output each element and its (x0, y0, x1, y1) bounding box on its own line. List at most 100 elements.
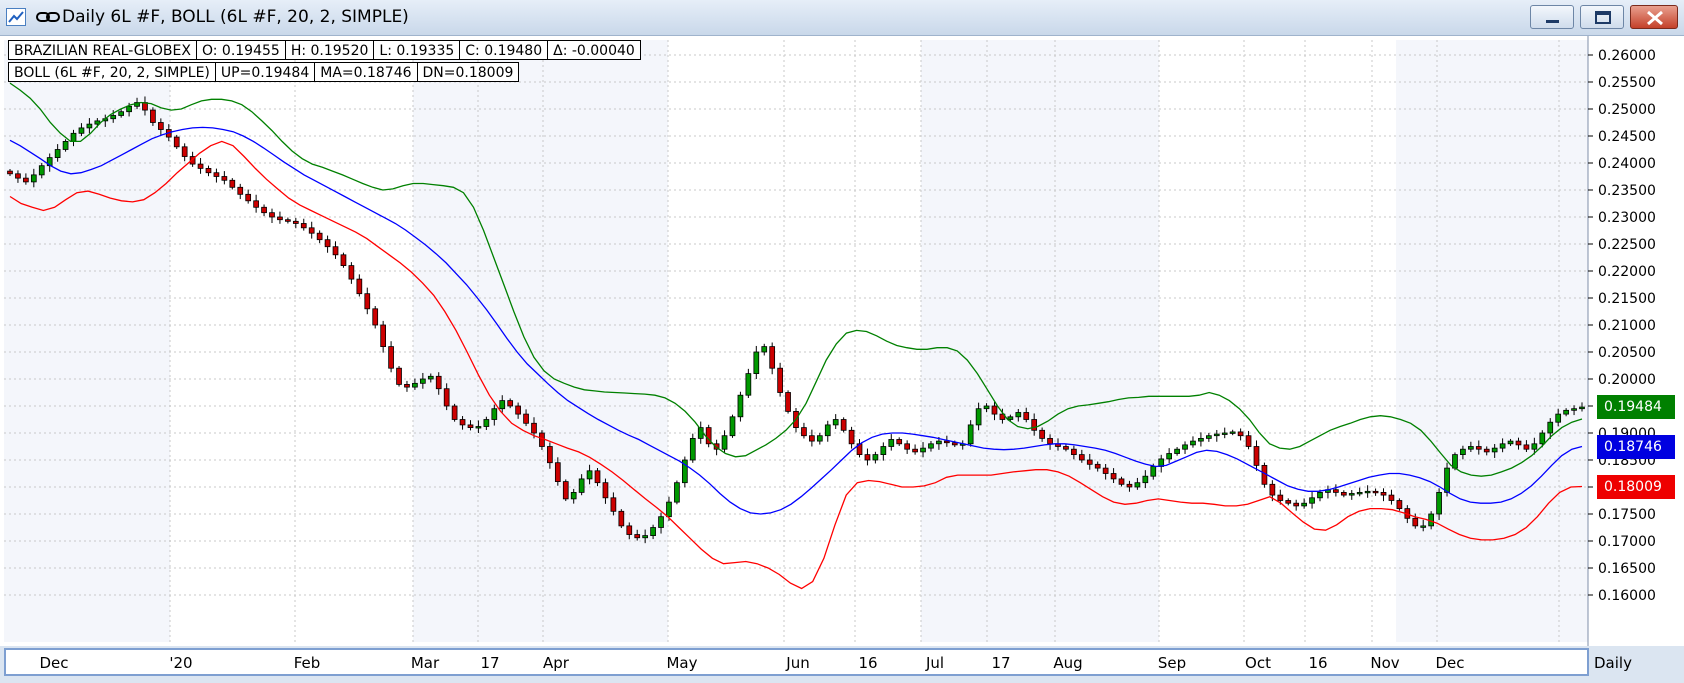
candle-up (928, 443, 934, 449)
chart-app-icon (6, 8, 26, 26)
maximize-button[interactable] (1580, 5, 1624, 29)
chart-window: Daily 6L #F, BOLL (6L #F, 20, 2, SIMPLE)… (0, 0, 1684, 683)
time-axis-labels: Dec '20 Feb Mar 17 Apr May Jun 16 Jul 17 Aug Sep Oct 1… (39, 654, 1464, 672)
candle-down (618, 510, 625, 527)
candle-up (1317, 491, 1323, 499)
time-tick-label: 16 (858, 654, 877, 672)
candle-up (1348, 493, 1355, 496)
candle-down (1396, 500, 1403, 509)
candle-down (769, 346, 776, 369)
candle-down (292, 220, 299, 224)
high-value: H: 0.19520 (284, 40, 375, 60)
candle-up (38, 165, 45, 176)
candle-up (1182, 444, 1188, 450)
candle-down (435, 375, 442, 390)
candle-down (229, 179, 236, 188)
price-tick-label: 0.25500 (1598, 75, 1656, 91)
time-tick-label: Apr (543, 654, 570, 672)
candle-down (1245, 435, 1252, 447)
candle-up (888, 439, 895, 447)
candle-down (1237, 431, 1244, 437)
close-button[interactable] (1630, 5, 1678, 29)
candle-down (380, 324, 387, 348)
candle-up (1007, 416, 1014, 420)
price-tick-label: 0.21500 (1598, 291, 1656, 307)
period-label[interactable]: Daily (1594, 654, 1632, 672)
minimize-button[interactable] (1530, 5, 1574, 29)
price-tick-label: 0.23500 (1598, 183, 1656, 199)
candle-up (412, 382, 418, 388)
candle-up (54, 149, 61, 159)
candlestick-chart[interactable]: 0.26000 0.25500 0.25000 0.24500 0.24000 0.235… (0, 36, 1684, 646)
candle-up (824, 424, 831, 437)
candle-down (173, 136, 180, 148)
time-axis[interactable]: Dec '20 Feb Mar 17 Apr May Jun 16 Jul 17 Aug Sep Oct 1… (4, 648, 1589, 676)
candle-down (459, 419, 466, 426)
candle-down (285, 219, 291, 222)
candle-down (388, 346, 394, 369)
link-icon[interactable] (36, 10, 60, 24)
maximize-icon (1595, 11, 1611, 24)
candle-up (1174, 448, 1180, 454)
candle-up (872, 454, 879, 461)
candle-up (491, 408, 498, 420)
upper-band-value: UP=0.19484 (214, 62, 316, 82)
minimize-icon (1546, 20, 1559, 23)
candle-down (348, 265, 355, 280)
candle-up (674, 482, 680, 503)
time-tick-label: 16 (1308, 654, 1327, 672)
time-tick-label: 17 (991, 654, 1010, 672)
candle-up (1364, 490, 1371, 494)
candle-down (1063, 446, 1069, 450)
candle-down (1253, 446, 1260, 466)
candle-up (1547, 421, 1554, 434)
candle-up (1539, 432, 1546, 445)
candle-up (689, 437, 696, 461)
time-tick-label: Sep (1158, 654, 1186, 672)
candle-down (1047, 437, 1053, 445)
candle-down (1031, 419, 1038, 431)
time-tick-label: Mar (411, 654, 440, 672)
candle-up (1460, 448, 1466, 456)
lower-band-line (9, 140, 1583, 590)
candle-up (1467, 446, 1474, 450)
lower-band-value: DN=0.18009 (416, 62, 520, 82)
time-tick-label: Aug (1053, 654, 1082, 672)
change-value: Δ: -0.00040 (547, 40, 641, 60)
candle-up (70, 132, 77, 142)
indicator-name: BOLL (6L #F, 20, 2, SIMPLE) (8, 62, 216, 82)
candle-down (308, 227, 315, 234)
candle-down (809, 435, 815, 442)
candle-down (316, 232, 323, 241)
candle-up (1531, 443, 1538, 450)
title-bar[interactable]: Daily 6L #F, BOLL (6L #F, 20, 2, SIMPLE) (0, 0, 1684, 36)
candle-up (483, 419, 490, 427)
candle-down (324, 239, 331, 248)
candle-up (1555, 413, 1562, 423)
candle-up (1015, 412, 1022, 418)
symbol-name: BRAZILIAN REAL-GLOBEX (8, 40, 197, 60)
candle-up (1507, 440, 1514, 445)
grid-lines (4, 40, 1588, 642)
candle-down (1412, 517, 1419, 527)
candle-up (650, 527, 656, 536)
candle-up (880, 446, 887, 456)
candle-down (1039, 429, 1045, 439)
candle-up (78, 127, 85, 134)
candle-up (1356, 491, 1363, 495)
price-axis: 0.26000 0.25500 0.25000 0.24500 0.24000 0.235… (1587, 36, 1656, 646)
candle-up (1142, 475, 1149, 484)
candle-down (610, 497, 617, 512)
candle-down (904, 443, 911, 450)
mid-band-price-tag: 0.18746 (1597, 434, 1675, 459)
candle-up (737, 394, 744, 418)
candle-down (554, 462, 561, 483)
price-tick-label: 0.21000 (1598, 318, 1656, 334)
window-title: Daily 6L #F, BOLL (6L #F, 20, 2, SIMPLE) (62, 7, 409, 27)
candle-down (801, 427, 807, 437)
candle-down (157, 122, 164, 130)
price-info-row: BRAZILIAN REAL-GLOBEX O: 0.19455 H: 0.19… (8, 40, 641, 60)
candle-up (753, 351, 760, 375)
chart-area[interactable]: 0.26000 0.25500 0.25000 0.24500 0.24000 0.235… (0, 36, 1684, 646)
candle-up (586, 470, 593, 480)
